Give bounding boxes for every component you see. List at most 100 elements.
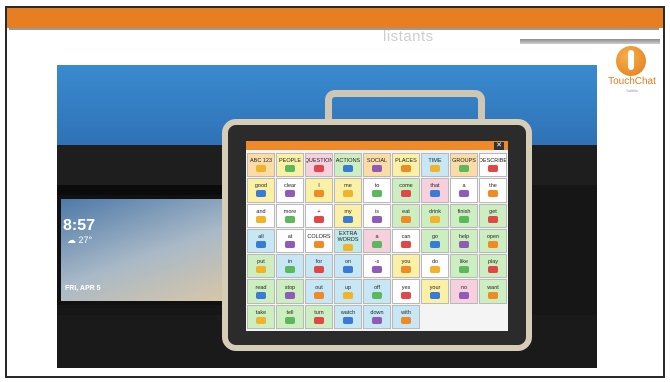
board-cell-label: me xyxy=(344,183,352,190)
board-cell-label: play xyxy=(487,259,499,266)
symbol-icon xyxy=(256,215,266,223)
symbol-icon xyxy=(314,215,324,223)
board-cell: TIME xyxy=(421,153,449,178)
board-cell: out xyxy=(305,279,333,304)
board-cell-label: COLORS xyxy=(307,233,331,240)
symbol-icon xyxy=(285,165,295,173)
board-cell: finish xyxy=(450,203,478,228)
board-cell: is xyxy=(363,203,391,228)
board-cell: eat xyxy=(392,203,420,228)
symbol-icon xyxy=(401,190,411,198)
board-cell: a xyxy=(450,178,478,203)
board-cell: I xyxy=(305,178,333,203)
board-cell: -s xyxy=(363,254,391,279)
board-cell: more xyxy=(276,203,304,228)
board-cell-label: EXTRA WORDS xyxy=(337,230,359,243)
symbol-icon xyxy=(372,215,382,223)
symbol-icon xyxy=(488,240,498,248)
board-cell-label: to xyxy=(374,183,380,190)
board-cell-label: tell xyxy=(286,309,294,316)
board-cell-label: TIME xyxy=(428,158,442,165)
board-cell-label: the xyxy=(489,183,497,190)
board-cell: DESCRIBE xyxy=(479,153,507,178)
board-cell: PEOPLE xyxy=(276,153,304,178)
board-cell: with xyxy=(392,304,420,329)
board-cell: at xyxy=(276,228,304,254)
symbol-icon xyxy=(372,240,382,248)
board-cell-label: more xyxy=(283,208,297,215)
symbol-icon xyxy=(372,316,382,324)
board-cell-label: open xyxy=(486,233,500,240)
board-cell-label: GROUPS xyxy=(452,158,476,165)
symbol-icon xyxy=(314,316,324,324)
aac-device-photo: 8:57 ☁ 27° FRI, APR 5 ✕ ABC 123 PEOPLE QUE… xyxy=(57,65,597,368)
board-cell: me xyxy=(334,178,362,203)
symbol-icon xyxy=(430,291,440,299)
board-cell-label: my xyxy=(344,208,352,215)
board-cell: open xyxy=(479,228,507,254)
board-cell-label: clear xyxy=(284,183,296,190)
board-cell-label: on xyxy=(344,259,352,266)
board-cell: in xyxy=(276,254,304,279)
symbol-icon xyxy=(256,291,266,299)
symbol-icon xyxy=(401,291,411,299)
symbol-icon xyxy=(430,190,440,198)
symbol-icon xyxy=(459,240,469,248)
board-cell-label: your xyxy=(429,284,441,291)
board-cell-label: SOCIAL xyxy=(366,158,388,165)
symbol-icon xyxy=(343,266,353,274)
board-cell-label: in xyxy=(287,259,293,266)
symbol-icon xyxy=(343,316,353,324)
symbol-icon xyxy=(488,190,498,198)
smart-display-time: 8:57 xyxy=(63,217,96,234)
symbol-icon xyxy=(285,291,295,299)
board-cell: your xyxy=(421,279,449,304)
screen-toolbar xyxy=(246,141,508,150)
board-cell: GROUPS xyxy=(450,153,478,178)
board-cell-label: I xyxy=(318,183,320,190)
board-cell-label: put xyxy=(257,259,265,266)
board-cell: + xyxy=(305,203,333,228)
board-cell: for xyxy=(305,254,333,279)
board-cell-label: ABC 123 xyxy=(249,158,272,165)
board-cell: go xyxy=(421,228,449,254)
board-cell-label: up xyxy=(344,284,352,291)
board-cell-label: do xyxy=(431,259,439,266)
board-cell: can xyxy=(392,228,420,254)
board-cell-label: + xyxy=(317,208,321,215)
board-cell: off xyxy=(363,279,391,304)
board-cell-label: good xyxy=(254,183,268,190)
board-cell-label: PLACES xyxy=(395,158,417,165)
board-cell: want xyxy=(479,279,507,304)
board-cell-label: finish xyxy=(457,208,471,215)
board-cell-label: stop xyxy=(284,284,296,291)
board-cell-label: like xyxy=(459,259,469,266)
board-cell-label: for xyxy=(315,259,323,266)
symbol-icon xyxy=(488,266,498,274)
smart-display: 8:57 ☁ 27° FRI, APR 5 xyxy=(57,195,227,305)
header-accent-bar xyxy=(7,8,663,28)
board-cell: like xyxy=(450,254,478,279)
board-cell-label: down xyxy=(370,309,384,316)
board-cell-label: at xyxy=(287,233,293,240)
ipad-device: ✕ ABC 123 PEOPLE QUESTION ACTIONS SOCIAL PLAC… xyxy=(222,119,532,351)
symbol-icon xyxy=(343,215,353,223)
board-cell: to xyxy=(363,178,391,203)
board-cell-label: read xyxy=(255,284,267,291)
board-cell: drink xyxy=(421,203,449,228)
symbol-icon xyxy=(488,165,498,173)
smart-display-date: FRI, APR 5 xyxy=(65,285,101,292)
symbol-icon xyxy=(285,266,295,274)
symbol-icon xyxy=(401,266,411,274)
board-cell-label: take xyxy=(255,309,267,316)
board-cell: all xyxy=(247,228,275,254)
symbol-icon xyxy=(256,165,266,173)
symbol-icon xyxy=(372,190,382,198)
symbol-icon xyxy=(401,240,411,248)
symbol-icon xyxy=(314,291,324,299)
symbol-icon xyxy=(459,215,469,223)
board-cell: turn xyxy=(305,304,333,329)
symbol-icon xyxy=(488,291,498,299)
board-cell: come xyxy=(392,178,420,203)
board-cell-label: all xyxy=(258,233,264,240)
